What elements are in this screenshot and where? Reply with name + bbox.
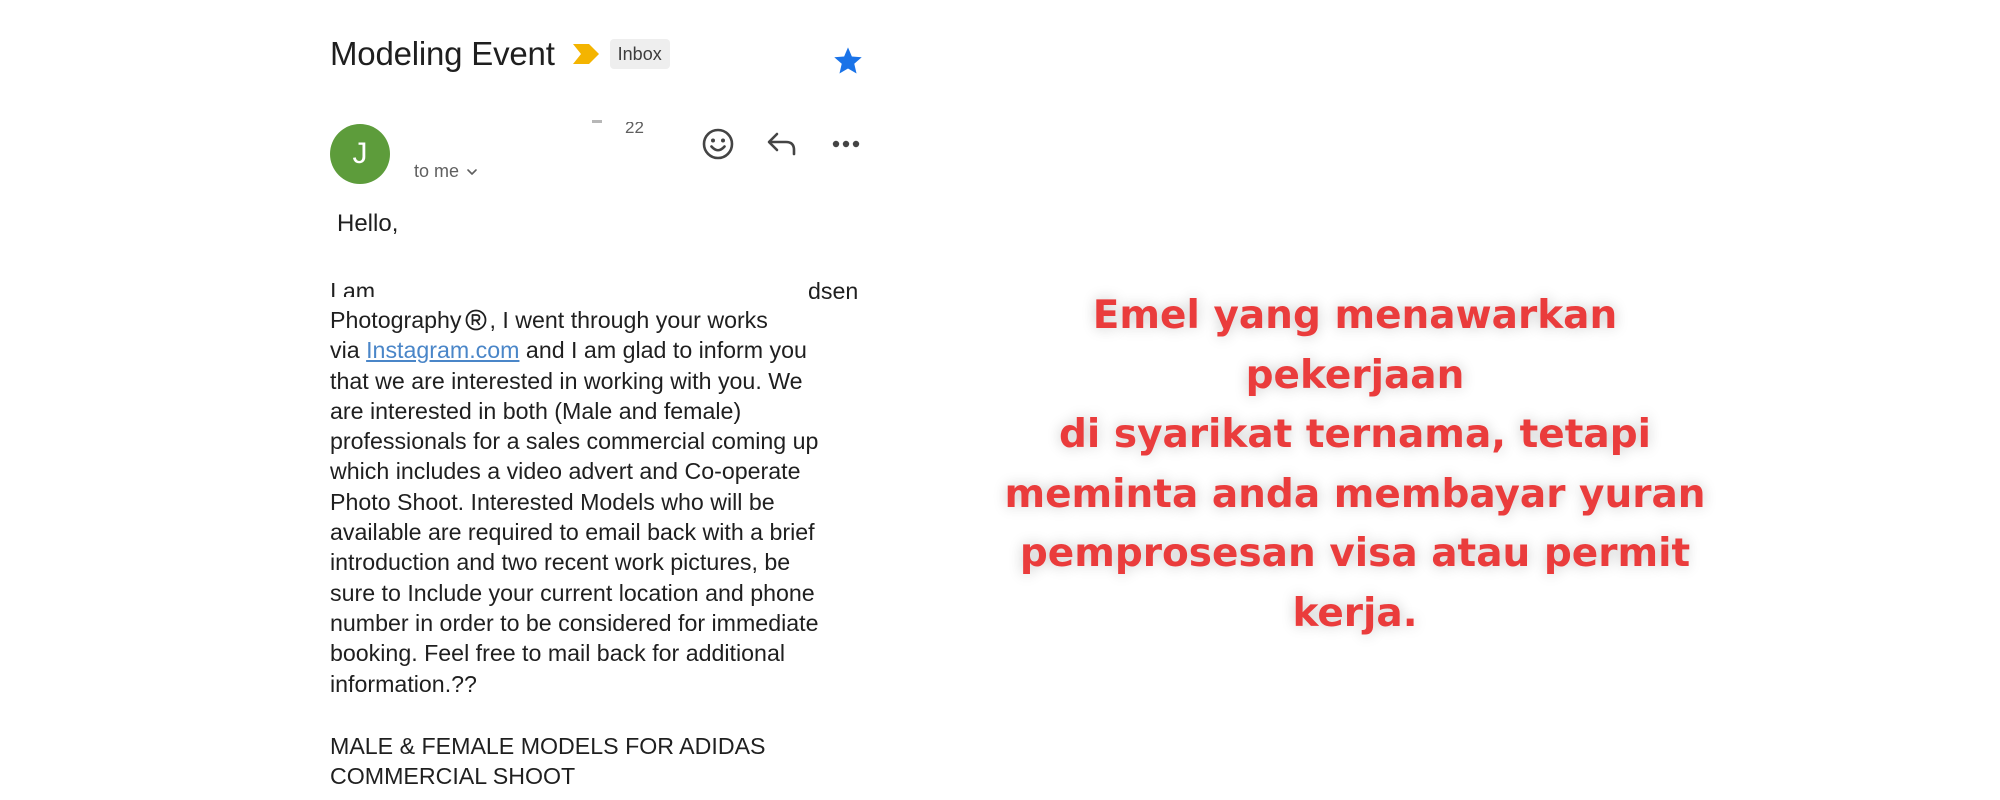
sender-name-redacted <box>592 120 602 123</box>
registered-trademark-icon <box>465 309 486 331</box>
email-view: Modeling Event Inbox J 22 to me Hello, I… <box>330 0 870 800</box>
caption-line: meminta anda membayar yuran <box>1004 471 1706 517</box>
body-line-3: via Instagram.com and I am glad to infor… <box>330 335 890 365</box>
reply-button[interactable] <box>762 124 802 164</box>
body-line: are interested in both (Male and female) <box>330 397 742 424</box>
caption-line: di syarikat ternama, tetapi <box>1059 412 1651 457</box>
email-greeting: Hello, <box>337 210 399 237</box>
body-line-cut: I am dsen <box>330 276 890 304</box>
instagram-link[interactable]: Instagram.com <box>366 337 519 363</box>
body-line-1: I am <box>330 278 376 297</box>
caption-line: Emel yang menawarkan pekerjaan <box>1092 293 1618 398</box>
chevron-down-icon <box>467 168 477 175</box>
body-line-2: Photography , I went through your works <box>330 305 890 335</box>
reply-icon <box>767 132 796 156</box>
body-line: professionals for a sales commercial com… <box>330 428 819 455</box>
recipient-label: to me <box>414 161 460 181</box>
warning-caption: Emel yang menawarkan pekerjaan di syarik… <box>985 286 1725 643</box>
body-line: number in order to be considered for imm… <box>330 609 819 636</box>
body-line: Photo Shoot. Interested Models who will … <box>330 488 775 515</box>
more-options-button[interactable] <box>826 124 866 164</box>
body-line: introduction and two recent work picture… <box>330 549 791 576</box>
inbox-label[interactable]: Inbox <box>609 39 670 69</box>
emoji-reaction-button[interactable] <box>698 124 738 164</box>
email-header: Modeling Event Inbox <box>330 32 670 76</box>
closing-line: COMMERCIAL SHOOT <box>330 763 576 790</box>
star-icon[interactable] <box>832 45 864 77</box>
importance-marker-icon[interactable] <box>572 42 600 66</box>
body-line: that we are interested in working with y… <box>330 367 803 394</box>
sender-avatar[interactable]: J <box>330 124 390 184</box>
caption-line: pemprosesan visa atau permit <box>1019 531 1691 576</box>
more-options-icon <box>832 140 860 148</box>
body-line: which includes a video advert and Co-ope… <box>330 458 801 485</box>
sender-time-text: 22 <box>625 122 644 134</box>
body-line: information.?? <box>330 670 477 697</box>
body-line: booking. Feel free to mail back for addi… <box>330 640 785 667</box>
body-line: sure to Include your current location an… <box>330 579 815 606</box>
recipient-toggle[interactable]: to me <box>414 161 479 182</box>
body-line: available are required to email back wit… <box>330 519 815 546</box>
body-line-3-a: via <box>330 337 360 364</box>
sender-time: 22 <box>625 122 663 134</box>
email-body: I am dsen Photography , I went through y… <box>330 276 890 791</box>
caption-line: kerja. <box>1292 590 1418 636</box>
closing-line: MALE & FEMALE MODELS FOR ADIDAS <box>330 732 766 759</box>
body-line-2-b: , I went through your works <box>489 307 768 333</box>
body-line-1-tail: dsen <box>808 278 859 304</box>
sender-initial: J <box>352 137 368 170</box>
email-subject: Modeling Event <box>330 35 555 72</box>
emoji-reaction-icon <box>702 128 734 160</box>
body-line-3-b: and I am glad to inform you <box>525 337 807 364</box>
body-line-2-a: Photography <box>330 307 462 333</box>
